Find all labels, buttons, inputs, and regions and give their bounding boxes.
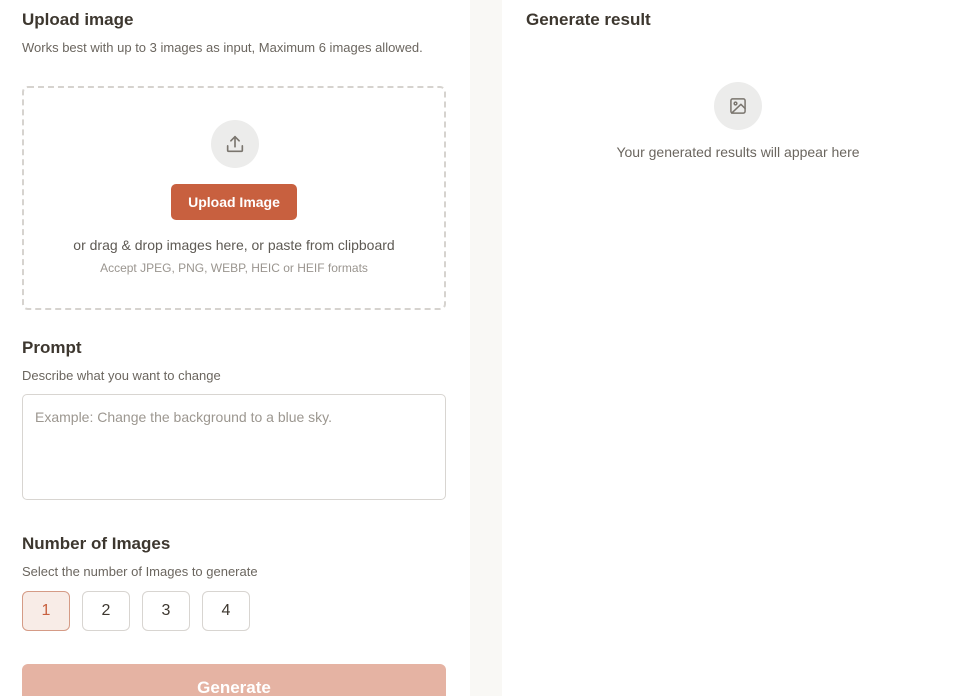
prompt-title: Prompt bbox=[22, 338, 82, 357]
image-count-option-3[interactable]: 3 bbox=[142, 591, 190, 631]
image-dropzone[interactable]: Upload Image or drag & drop images here,… bbox=[22, 86, 446, 310]
image-count-option-2[interactable]: 2 bbox=[82, 591, 130, 631]
number-of-images-description: Select the number of Images to generate bbox=[22, 564, 258, 579]
prompt-input[interactable] bbox=[22, 394, 446, 500]
formats-hint: Accept JPEG, PNG, WEBP, HEIC or HEIF for… bbox=[100, 261, 368, 275]
panel-divider bbox=[470, 0, 502, 696]
number-of-images-title: Number of Images bbox=[22, 534, 171, 553]
result-empty-text: Your generated results will appear here bbox=[616, 144, 860, 160]
image-count-option-4[interactable]: 4 bbox=[202, 591, 250, 631]
upload-icon bbox=[211, 120, 259, 168]
image-placeholder-icon bbox=[714, 82, 762, 130]
upload-description: Works best with up to 3 images as input,… bbox=[22, 40, 423, 55]
upload-image-button[interactable]: Upload Image bbox=[171, 184, 297, 220]
prompt-description: Describe what you want to change bbox=[22, 368, 221, 383]
generate-button[interactable]: Generate bbox=[22, 664, 446, 696]
image-count-option-1[interactable]: 1 bbox=[22, 591, 70, 631]
result-panel: Generate result Your generated results w… bbox=[502, 0, 954, 696]
upload-panel: Upload image Works best with up to 3 ima… bbox=[0, 0, 470, 696]
drop-hint: or drag & drop images here, or paste fro… bbox=[73, 237, 395, 253]
result-title: Generate result bbox=[526, 10, 651, 29]
upload-title: Upload image bbox=[22, 10, 134, 29]
